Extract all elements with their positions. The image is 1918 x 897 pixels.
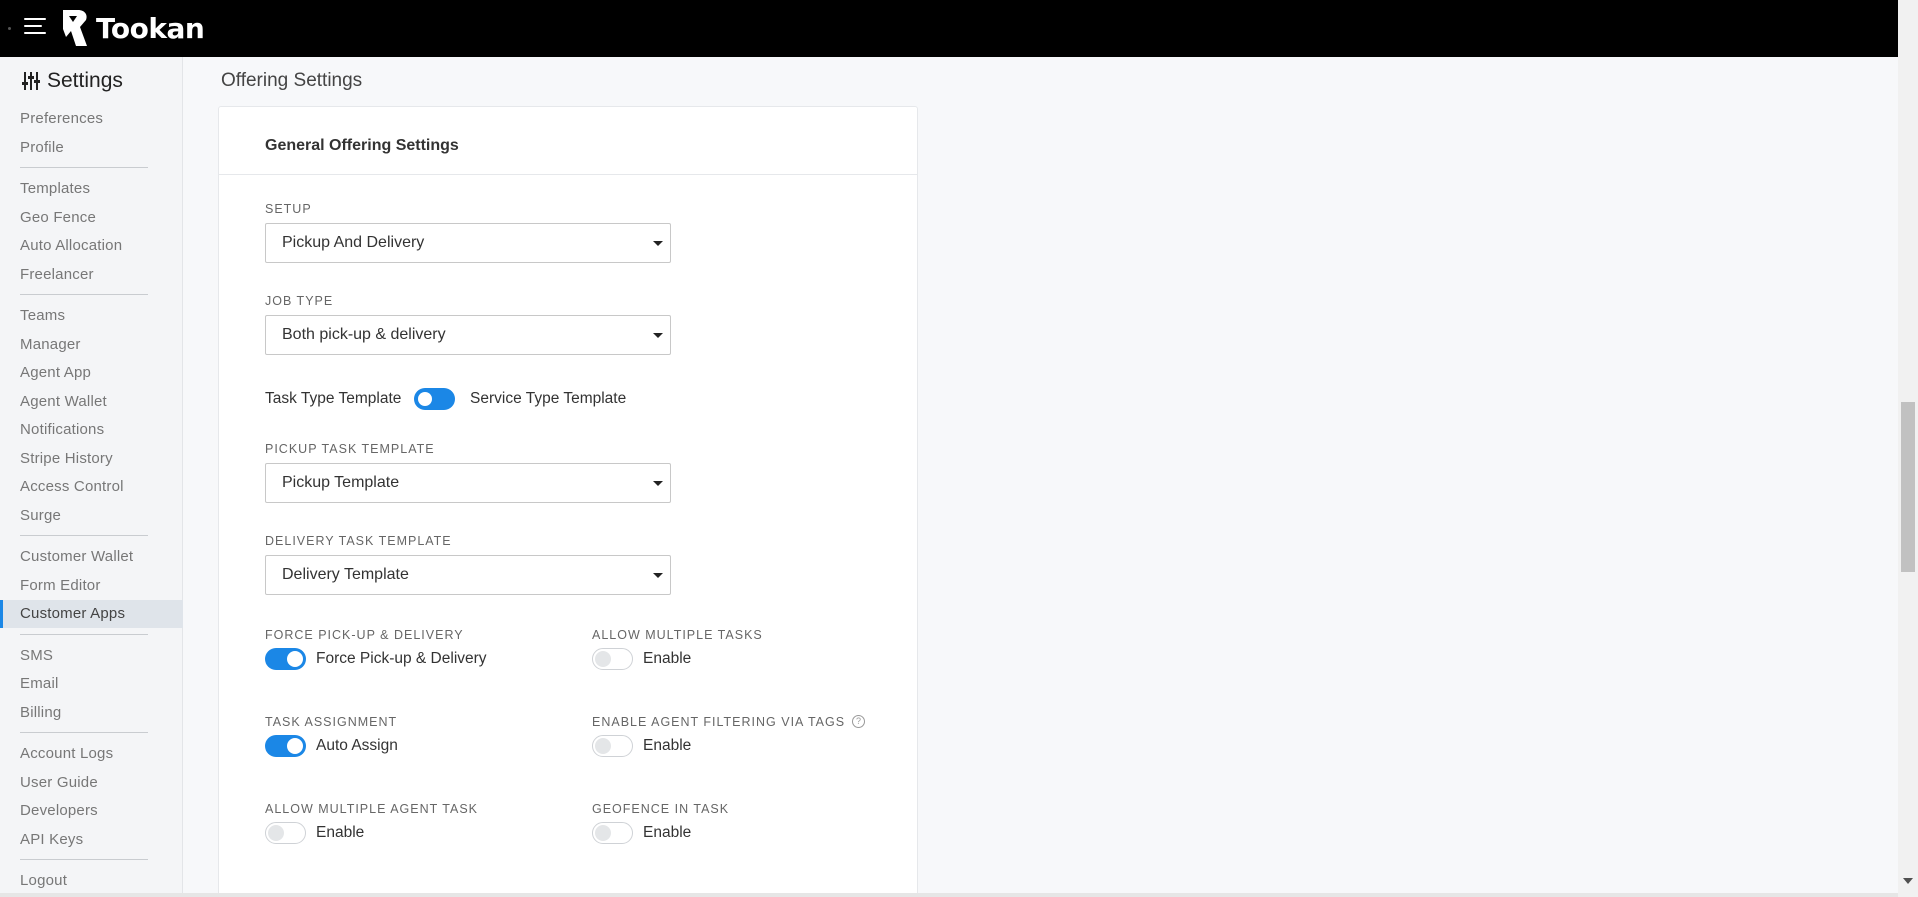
- sidebar-item-agent-app[interactable]: Agent App: [0, 359, 183, 387]
- caret-down-icon: [653, 241, 663, 246]
- force-pickup-text: Force Pick-up & Delivery: [316, 650, 487, 667]
- agent-filtering-label: ENABLE AGENT FILTERING VIA TAGS: [592, 715, 846, 729]
- sidebar-item-geo-fence[interactable]: Geo Fence: [0, 204, 183, 232]
- sidebar-item-stripe-history[interactable]: Stripe History: [0, 445, 183, 473]
- task-assignment-toggle[interactable]: [265, 735, 306, 757]
- sidebar-item-sms[interactable]: SMS: [0, 642, 183, 670]
- agent-filtering-text: Enable: [643, 737, 692, 754]
- page-title: Offering Settings: [221, 70, 363, 91]
- sidebar-item-customer-apps[interactable]: Customer Apps: [0, 600, 183, 628]
- sidebar-item-logout[interactable]: Logout: [0, 867, 183, 895]
- sidebar-item-form-editor[interactable]: Form Editor: [0, 572, 183, 600]
- pickup-template-select[interactable]: Pickup Template: [265, 463, 671, 503]
- geofence-in-task-text: Enable: [643, 824, 692, 841]
- app-logo[interactable]: Tookan: [60, 7, 205, 49]
- sidebar-item-notifications[interactable]: Notifications: [0, 416, 183, 444]
- force-pickup-toggle[interactable]: [265, 648, 306, 670]
- sidebar-item-customer-wallet[interactable]: Customer Wallet: [0, 543, 183, 571]
- delivery-template-select[interactable]: Delivery Template: [265, 555, 671, 595]
- scroll-down-arrow-icon[interactable]: [1903, 878, 1913, 884]
- allow-multiple-tasks-toggle[interactable]: [592, 648, 633, 670]
- task-type-template-label: Task Type Template: [265, 390, 402, 407]
- sidebar-divider: [20, 859, 148, 860]
- setup-label: SETUP: [265, 202, 312, 216]
- sidebar-item-teams[interactable]: Teams: [0, 302, 183, 330]
- sidebar-item-developers[interactable]: Developers: [0, 797, 183, 825]
- sidebar-item-api-keys[interactable]: API Keys: [0, 826, 183, 854]
- force-pickup-label: FORCE PICK-UP & DELIVERY: [265, 628, 464, 642]
- sidebar-item-profile[interactable]: Profile: [0, 134, 183, 162]
- delivery-template-value: Delivery Template: [282, 566, 409, 583]
- pickup-template-value: Pickup Template: [282, 474, 400, 491]
- sidebar-divider: [20, 167, 148, 168]
- bottom-border: [0, 893, 1898, 897]
- sidebar-item-billing[interactable]: Billing: [0, 699, 183, 727]
- sidebar-item-user-guide[interactable]: User Guide: [0, 769, 183, 797]
- service-type-template-label: Service Type Template: [470, 390, 627, 407]
- top-bar: Tookan: [0, 0, 1898, 57]
- menu-icon[interactable]: [24, 18, 46, 36]
- geofence-in-task-label: GEOFENCE IN TASK: [592, 802, 730, 816]
- help-icon[interactable]: ?: [852, 715, 865, 728]
- allow-multiple-tasks-label: ALLOW MULTIPLE TASKS: [592, 628, 763, 642]
- scrollbar-thumb[interactable]: [1901, 402, 1915, 572]
- caret-down-icon: [653, 573, 663, 578]
- sidebar-divider: [20, 732, 148, 733]
- card-title: General Offering Settings: [265, 137, 459, 154]
- sidebar-item-account-logs[interactable]: Account Logs: [0, 740, 183, 768]
- sliders-icon: [22, 72, 40, 90]
- sidebar-item-manager[interactable]: Manager: [0, 331, 183, 359]
- caret-down-icon: [653, 333, 663, 338]
- sidebar-title: Settings: [21, 69, 123, 93]
- pickup-template-label: PICKUP TASK TEMPLATE: [265, 442, 435, 456]
- sidebar-divider: [20, 535, 148, 536]
- multiple-agent-task-text: Enable: [316, 824, 365, 841]
- card-header: General Offering Settings: [219, 107, 917, 175]
- job-type-select[interactable]: Both pick-up & delivery: [265, 315, 671, 355]
- sidebar-item-templates[interactable]: Templates: [0, 175, 183, 203]
- sidebar-item-freelancer[interactable]: Freelancer: [0, 261, 183, 289]
- settings-sidebar: Settings Preferences Profile Templates Geo …: [0, 57, 183, 893]
- sidebar-item-preferences[interactable]: Preferences: [0, 105, 183, 133]
- allow-multiple-tasks-text: Enable: [643, 650, 692, 667]
- app-name: Tookan: [96, 11, 205, 45]
- sidebar-item-email[interactable]: Email: [0, 670, 183, 698]
- sidebar-item-access-control[interactable]: Access Control: [0, 473, 183, 501]
- sidebar-item-agent-wallet[interactable]: Agent Wallet: [0, 388, 183, 416]
- dot-icon: [8, 27, 11, 30]
- multiple-agent-task-label: ALLOW MULTIPLE AGENT TASK: [265, 802, 479, 816]
- sidebar-item-auto-allocation[interactable]: Auto Allocation: [0, 232, 183, 260]
- delivery-template-label: DELIVERY TASK TEMPLATE: [265, 534, 452, 548]
- setup-value: Pickup And Delivery: [282, 234, 425, 251]
- offering-settings-card: General Offering Settings SETUP Pickup A…: [218, 106, 918, 897]
- geofence-in-task-toggle[interactable]: [592, 822, 633, 844]
- sidebar-divider: [20, 633, 148, 635]
- agent-filtering-toggle[interactable]: [592, 735, 633, 757]
- sidebar-item-surge[interactable]: Surge: [0, 502, 183, 530]
- job-type-value: Both pick-up & delivery: [282, 326, 446, 343]
- tookan-logo-icon: [63, 10, 87, 46]
- sidebar-divider: [20, 294, 148, 295]
- caret-down-icon: [653, 481, 663, 486]
- task-assignment-label: TASK ASSIGNMENT: [265, 715, 398, 729]
- setup-select[interactable]: Pickup And Delivery: [265, 223, 671, 263]
- template-type-toggle[interactable]: [414, 388, 455, 410]
- multiple-agent-task-toggle[interactable]: [265, 822, 306, 844]
- task-assignment-text: Auto Assign: [316, 737, 398, 754]
- job-type-label: JOB TYPE: [265, 294, 334, 308]
